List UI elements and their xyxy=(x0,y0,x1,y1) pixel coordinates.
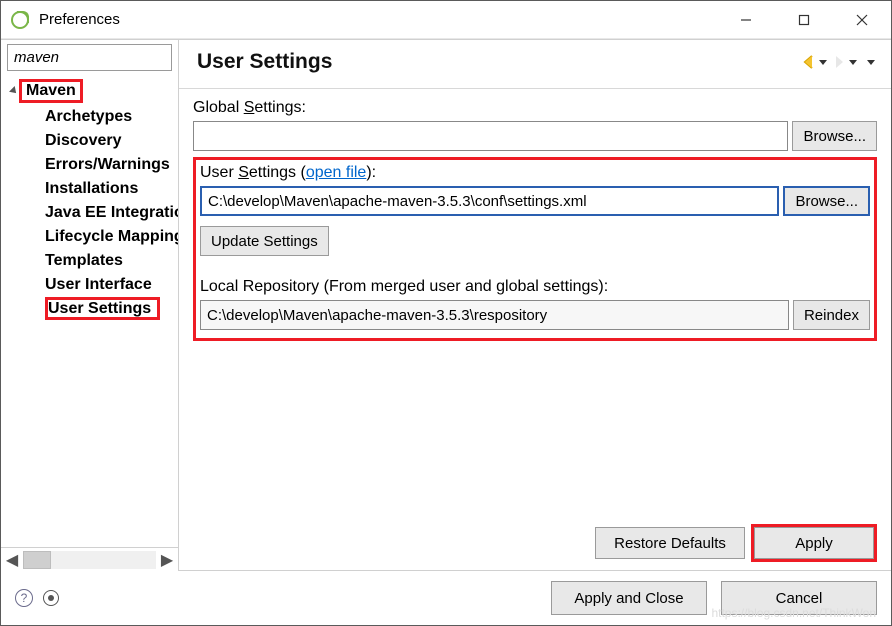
tree-item-errors-warnings[interactable]: Errors/Warnings xyxy=(3,153,178,177)
restore-defaults-button[interactable]: Restore Defaults xyxy=(595,527,745,559)
scrollbar-track[interactable] xyxy=(23,551,156,569)
reindex-button[interactable]: Reindex xyxy=(793,300,870,330)
user-settings-input[interactable] xyxy=(200,186,779,216)
page-heading: User Settings xyxy=(197,50,332,74)
back-menu-icon[interactable] xyxy=(819,60,827,65)
view-menu-icon[interactable] xyxy=(867,60,875,65)
page-actions: Restore Defaults Apply xyxy=(179,516,891,570)
apply-button[interactable]: Apply xyxy=(754,527,874,559)
apply-highlight: Apply xyxy=(751,524,877,562)
dialog-footer: ? Apply and Close Cancel xyxy=(1,571,891,625)
user-settings-group: User Settings (open file): Browse... Upd… xyxy=(193,157,877,341)
titlebar: Preferences xyxy=(1,1,891,39)
form-area: Global Settings: Browse... User Settings… xyxy=(179,89,891,516)
tree-item-templates[interactable]: Templates xyxy=(3,249,178,273)
window-controls xyxy=(717,1,891,38)
preferences-tree: Maven Archetypes Discovery Errors/Warnin… xyxy=(1,73,178,547)
sidebar: ✕ Maven Archetypes Discovery Errors/Warn… xyxy=(1,40,179,571)
preferences-window: Preferences ✕ Maven Archetypes Discovery… xyxy=(0,0,892,626)
scrollbar-thumb[interactable] xyxy=(23,551,51,569)
expand-icon xyxy=(9,86,19,96)
help-icon[interactable]: ? xyxy=(15,589,33,607)
forward-menu-icon[interactable] xyxy=(849,60,857,65)
tree-item-user-settings[interactable]: User Settings xyxy=(3,297,178,321)
global-browse-button[interactable]: Browse... xyxy=(792,121,877,151)
content-panel: User Settings Global Settings: Browse... xyxy=(179,40,891,571)
tree-item-archetypes[interactable]: Archetypes xyxy=(3,105,178,129)
content-header: User Settings xyxy=(179,40,891,89)
apply-and-close-button[interactable]: Apply and Close xyxy=(551,581,707,615)
local-repo-input[interactable] xyxy=(200,300,789,330)
back-icon[interactable] xyxy=(801,54,817,70)
local-repo-label: Local Repository (From merged user and g… xyxy=(200,278,870,296)
tree-item-java-ee-integration[interactable]: Java EE Integration xyxy=(3,201,178,225)
tree-item-installations[interactable]: Installations xyxy=(3,177,178,201)
open-file-link[interactable]: open file xyxy=(306,164,367,181)
tree-item-lifecycle-mappings[interactable]: Lifecycle Mappings xyxy=(3,225,178,249)
global-settings-input[interactable] xyxy=(193,121,788,151)
scroll-left-icon[interactable]: ◀ xyxy=(1,550,23,570)
user-browse-button[interactable]: Browse... xyxy=(783,186,870,216)
forward-icon[interactable] xyxy=(831,54,847,70)
window-title: Preferences xyxy=(39,11,120,28)
app-icon xyxy=(11,11,29,29)
update-settings-button[interactable]: Update Settings xyxy=(200,226,329,256)
user-settings-label: User Settings (open file): xyxy=(200,164,870,182)
import-export-icon[interactable] xyxy=(43,590,59,606)
filter-input[interactable] xyxy=(7,44,172,71)
close-button[interactable] xyxy=(833,1,891,38)
tree-item-user-interface[interactable]: User Interface xyxy=(3,273,178,297)
tree-item-maven[interactable]: Maven xyxy=(3,77,178,105)
cancel-button[interactable]: Cancel xyxy=(721,581,877,615)
header-nav xyxy=(801,54,875,70)
maximize-button[interactable] xyxy=(775,1,833,38)
scroll-right-icon[interactable]: ▶ xyxy=(156,550,178,570)
minimize-button[interactable] xyxy=(717,1,775,38)
sidebar-hscroll[interactable]: ◀ ▶ xyxy=(1,547,178,571)
tree-item-discovery[interactable]: Discovery xyxy=(3,129,178,153)
global-settings-label: Global Settings: xyxy=(193,99,877,117)
